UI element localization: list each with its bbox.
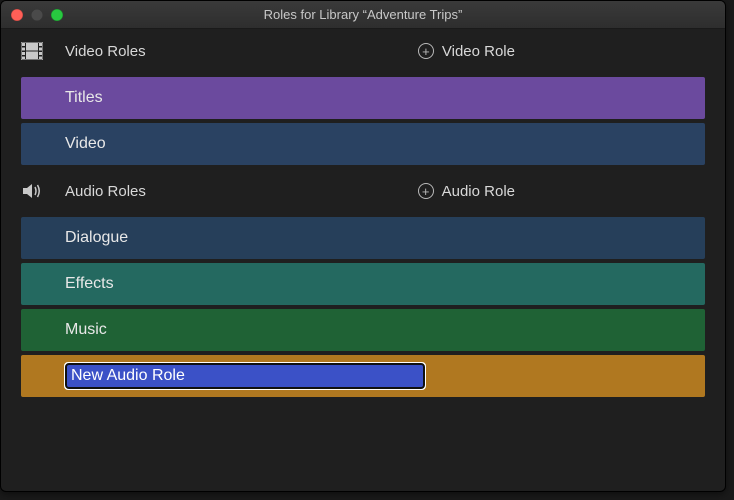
- add-audio-role-label: Audio Role: [442, 183, 515, 200]
- role-label: Effects: [65, 275, 114, 293]
- content-area: Video Roles + Video Role Titles Video Au…: [1, 29, 725, 397]
- titlebar[interactable]: Roles for Library “Adventure Trips”: [1, 1, 725, 29]
- traffic-lights: [11, 9, 63, 21]
- role-label: Video: [65, 135, 106, 153]
- speaker-icon: [21, 182, 49, 200]
- audio-role-new[interactable]: [21, 355, 705, 397]
- role-label: Titles: [65, 89, 103, 107]
- role-label: Music: [65, 321, 107, 339]
- video-roles-label: Video Roles: [65, 43, 418, 60]
- video-roles-header: Video Roles + Video Role: [1, 29, 725, 73]
- audio-role-music[interactable]: Music: [21, 309, 705, 351]
- film-icon: [21, 42, 49, 60]
- add-audio-role-button[interactable]: + Audio Role: [418, 183, 515, 200]
- video-role-titles[interactable]: Titles: [21, 77, 705, 119]
- audio-role-effects[interactable]: Effects: [21, 263, 705, 305]
- close-window-button[interactable]: [11, 9, 23, 21]
- video-role-video[interactable]: Video: [21, 123, 705, 165]
- add-video-role-button[interactable]: + Video Role: [418, 43, 515, 60]
- audio-roles-label: Audio Roles: [65, 183, 418, 200]
- role-label: Dialogue: [65, 229, 128, 247]
- audio-roles-header: Audio Roles + Audio Role: [1, 169, 725, 213]
- add-video-role-label: Video Role: [442, 43, 515, 60]
- window-title: Roles for Library “Adventure Trips”: [11, 7, 715, 22]
- plus-icon: +: [418, 43, 434, 59]
- maximize-window-button[interactable]: [51, 9, 63, 21]
- new-role-name-input[interactable]: [65, 363, 425, 389]
- plus-icon: +: [418, 183, 434, 199]
- roles-window: Roles for Library “Adventure Trips”: [0, 0, 726, 492]
- audio-role-dialogue[interactable]: Dialogue: [21, 217, 705, 259]
- minimize-window-button: [31, 9, 43, 21]
